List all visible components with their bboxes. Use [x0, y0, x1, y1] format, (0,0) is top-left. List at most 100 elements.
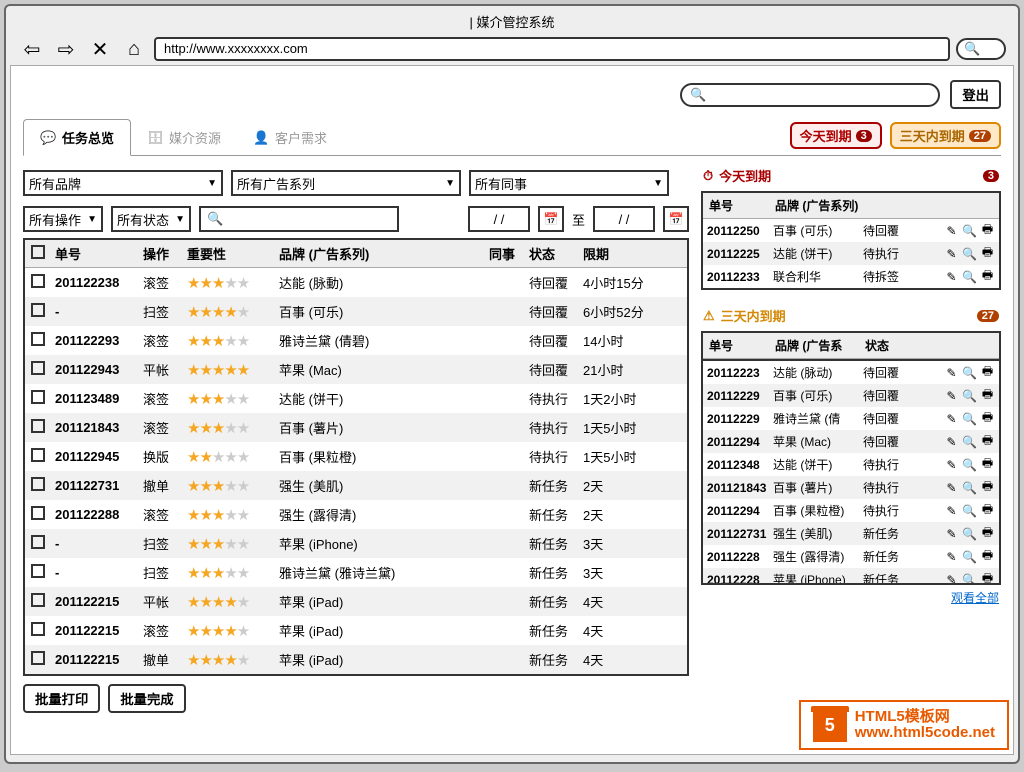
- row-checkbox[interactable]: [31, 564, 45, 578]
- share-icon[interactable]: ✎: [944, 365, 959, 380]
- row-checkbox[interactable]: [31, 419, 45, 433]
- row-checkbox[interactable]: [31, 506, 45, 520]
- row-checkbox[interactable]: [31, 477, 45, 491]
- search-icon[interactable]: 🔍: [962, 269, 977, 284]
- print-icon[interactable]: 🖶: [980, 480, 995, 495]
- print-icon[interactable]: 🖶: [980, 246, 995, 261]
- table-row[interactable]: 20112229百事 (可乐)待回覆✎🔍🖶: [703, 384, 999, 407]
- calendar-icon[interactable]: 📅: [663, 206, 689, 232]
- table-row[interactable]: 201122215 滚签 ★★★★★ 苹果 (iPad) 新任务 4天: [25, 616, 687, 645]
- series-select[interactable]: 所有广告系列▼: [231, 170, 461, 196]
- due-today-pill[interactable]: 今天到期 3: [790, 122, 882, 149]
- print-icon[interactable]: 🖶: [980, 526, 995, 541]
- share-icon[interactable]: ✎: [944, 223, 959, 238]
- batch-print-button[interactable]: 批量打印: [23, 684, 100, 713]
- table-row[interactable]: - 扫签 ★★★★★ 雅诗兰黛 (雅诗兰黛) 新任务 3天: [25, 558, 687, 587]
- table-row[interactable]: - 扫签 ★★★★★ 百事 (可乐) 待回覆 6小时52分: [25, 297, 687, 326]
- print-icon[interactable]: 🖶: [980, 365, 995, 380]
- row-checkbox[interactable]: [31, 448, 45, 462]
- stop-icon[interactable]: ✕: [86, 37, 114, 61]
- table-row[interactable]: 201122943 平帐 ★★★★★ 苹果 (Mac) 待回覆 21小时: [25, 355, 687, 384]
- back-icon[interactable]: ⇦: [18, 37, 46, 61]
- tab-customer[interactable]: 👤 客户需求: [237, 120, 343, 155]
- table-row[interactable]: 20112250百事 (可乐)待回覆✎🔍🖶: [703, 219, 999, 242]
- table-row[interactable]: 201121843百事 (薯片)待执行✎🔍🖶: [703, 476, 999, 499]
- print-icon[interactable]: 🖶: [980, 549, 995, 564]
- batch-done-button[interactable]: 批量完成: [108, 684, 185, 713]
- tab-tasks[interactable]: 💬 任务总览: [23, 119, 131, 156]
- search-icon[interactable]: 🔍: [962, 246, 977, 261]
- row-checkbox[interactable]: [31, 332, 45, 346]
- search-icon[interactable]: 🔍: [962, 411, 977, 426]
- date-from[interactable]: / /: [468, 206, 530, 232]
- print-icon[interactable]: 🖶: [980, 411, 995, 426]
- forward-icon[interactable]: ⇨: [52, 37, 80, 61]
- due-three-pill[interactable]: 三天内到期 27: [890, 122, 1001, 149]
- table-row[interactable]: - 扫签 ★★★★★ 苹果 (iPhone) 新任务 3天: [25, 529, 687, 558]
- print-icon[interactable]: 🖶: [980, 269, 995, 284]
- search-icon[interactable]: 🔍: [962, 223, 977, 238]
- table-row[interactable]: 20112225达能 (饼干)待执行✎🔍🖶: [703, 242, 999, 265]
- colleague-select[interactable]: 所有同事▼: [469, 170, 669, 196]
- table-row[interactable]: 20112294百事 (果粒橙)待执行✎🔍🖶: [703, 499, 999, 522]
- date-to[interactable]: / /: [593, 206, 655, 232]
- row-checkbox[interactable]: [31, 593, 45, 607]
- table-row[interactable]: 201122215 撤单 ★★★★★ 苹果 (iPad) 新任务 4天: [25, 645, 687, 674]
- row-checkbox[interactable]: [31, 390, 45, 404]
- share-icon[interactable]: ✎: [944, 503, 959, 518]
- select-all-checkbox[interactable]: [31, 245, 45, 259]
- table-row[interactable]: 201122215 平帐 ★★★★★ 苹果 (iPad) 新任务 4天: [25, 587, 687, 616]
- search-icon[interactable]: 🔍: [962, 572, 977, 585]
- table-row[interactable]: 20112233联合利华待拆签✎🔍🖶: [703, 265, 999, 288]
- row-checkbox[interactable]: [31, 361, 45, 375]
- search-input[interactable]: 🔍: [199, 206, 399, 232]
- view-all-link[interactable]: 观看全部: [701, 585, 1001, 610]
- table-row[interactable]: 201122288 滚签 ★★★★★ 强生 (露得清) 新任务 2天: [25, 500, 687, 529]
- search-icon[interactable]: 🔍: [962, 526, 977, 541]
- table-row[interactable]: 20112228强生 (露得清)新任务✎🔍🖶: [703, 545, 999, 568]
- logout-button[interactable]: 登出: [950, 80, 1001, 109]
- share-icon[interactable]: ✎: [944, 549, 959, 564]
- print-icon[interactable]: 🖶: [980, 434, 995, 449]
- browser-search[interactable]: 🔍: [956, 38, 1006, 60]
- share-icon[interactable]: ✎: [944, 411, 959, 426]
- share-icon[interactable]: ✎: [944, 434, 959, 449]
- table-row[interactable]: 201122293 滚签 ★★★★★ 雅诗兰黛 (倩碧) 待回覆 14小时: [25, 326, 687, 355]
- row-checkbox[interactable]: [31, 274, 45, 288]
- table-row[interactable]: 20112223达能 (脉动)待回覆✎🔍🖶: [703, 361, 999, 384]
- print-icon[interactable]: 🖶: [980, 223, 995, 238]
- share-icon[interactable]: ✎: [944, 269, 959, 284]
- search-icon[interactable]: 🔍: [962, 365, 977, 380]
- print-icon[interactable]: 🖶: [980, 388, 995, 403]
- share-icon[interactable]: ✎: [944, 246, 959, 261]
- table-row[interactable]: 20112229雅诗兰黛 (倩待回覆✎🔍🖶: [703, 407, 999, 430]
- brand-select[interactable]: 所有品牌▼: [23, 170, 223, 196]
- table-row[interactable]: 201121843 滚签 ★★★★★ 百事 (薯片) 待执行 1天5小时: [25, 413, 687, 442]
- search-icon[interactable]: 🔍: [962, 503, 977, 518]
- share-icon[interactable]: ✎: [944, 457, 959, 472]
- print-icon[interactable]: 🖶: [980, 457, 995, 472]
- search-icon[interactable]: 🔍: [962, 549, 977, 564]
- table-row[interactable]: 20112348达能 (饼干)待执行✎🔍🖶: [703, 453, 999, 476]
- search-icon[interactable]: 🔍: [962, 457, 977, 472]
- global-search[interactable]: 🔍: [680, 83, 940, 107]
- table-row[interactable]: 201122731 撤单 ★★★★★ 强生 (美肌) 新任务 2天: [25, 471, 687, 500]
- tab-media[interactable]: 🗄 媒介资源: [131, 120, 237, 155]
- row-checkbox[interactable]: [31, 303, 45, 317]
- share-icon[interactable]: ✎: [944, 388, 959, 403]
- share-icon[interactable]: ✎: [944, 480, 959, 495]
- table-row[interactable]: 201122731强生 (美肌)新任务✎🔍🖶: [703, 522, 999, 545]
- calendar-icon[interactable]: 📅: [538, 206, 564, 232]
- row-checkbox[interactable]: [31, 622, 45, 636]
- search-icon[interactable]: 🔍: [962, 480, 977, 495]
- url-input[interactable]: http://www.xxxxxxxx.com: [154, 37, 950, 61]
- three-table-scroll[interactable]: 20112223达能 (脉动)待回覆✎🔍🖶20112229百事 (可乐)待回覆✎…: [701, 359, 1001, 585]
- row-checkbox[interactable]: [31, 651, 45, 665]
- table-row[interactable]: 20112294苹果 (Mac)待回覆✎🔍🖶: [703, 430, 999, 453]
- search-icon[interactable]: 🔍: [962, 434, 977, 449]
- table-row[interactable]: 201122238 滚签 ★★★★★ 达能 (脉動) 待回覆 4小时15分: [25, 268, 687, 297]
- row-checkbox[interactable]: [31, 535, 45, 549]
- share-icon[interactable]: ✎: [944, 572, 959, 585]
- print-icon[interactable]: 🖶: [980, 503, 995, 518]
- table-row[interactable]: 201122945 换版 ★★★★★ 百事 (果粒橙) 待执行 1天5小时: [25, 442, 687, 471]
